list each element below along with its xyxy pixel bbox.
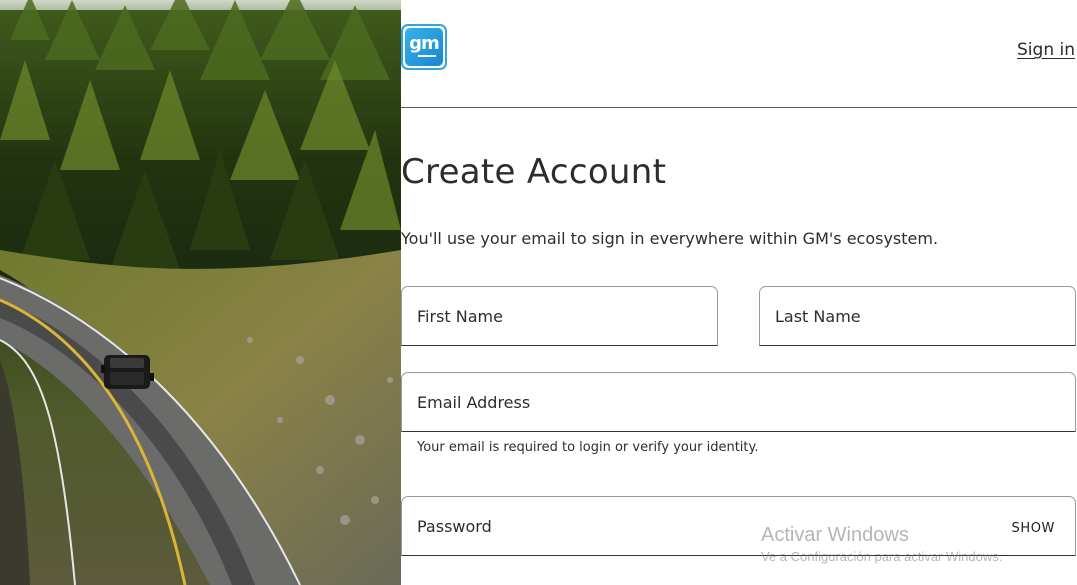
last-name-field	[759, 286, 1076, 346]
password-input[interactable]	[402, 497, 1075, 555]
first-name-field	[401, 286, 718, 346]
header-divider	[401, 107, 1077, 108]
email-field	[401, 372, 1076, 432]
first-name-input[interactable]	[402, 287, 717, 345]
forest-road-illustration	[0, 0, 401, 585]
email-helper-text: Your email is required to login or verif…	[417, 440, 759, 455]
logo-underline	[418, 54, 436, 57]
last-name-input[interactable]	[760, 287, 1075, 345]
page-subtitle: You'll use your email to sign in everywh…	[401, 229, 939, 248]
page-title: Create Account	[401, 152, 667, 192]
logo-text: gm	[409, 32, 440, 54]
show-password-button[interactable]: SHOW	[1011, 521, 1055, 536]
gm-logo-icon[interactable]: gm	[401, 24, 447, 70]
truck-icon	[101, 355, 154, 389]
sign-in-link[interactable]: Sign in	[1017, 40, 1075, 60]
logo-mark: gm	[405, 28, 443, 66]
password-field: SHOW	[401, 496, 1076, 556]
hero-image	[0, 0, 401, 585]
email-input[interactable]	[402, 373, 1075, 431]
